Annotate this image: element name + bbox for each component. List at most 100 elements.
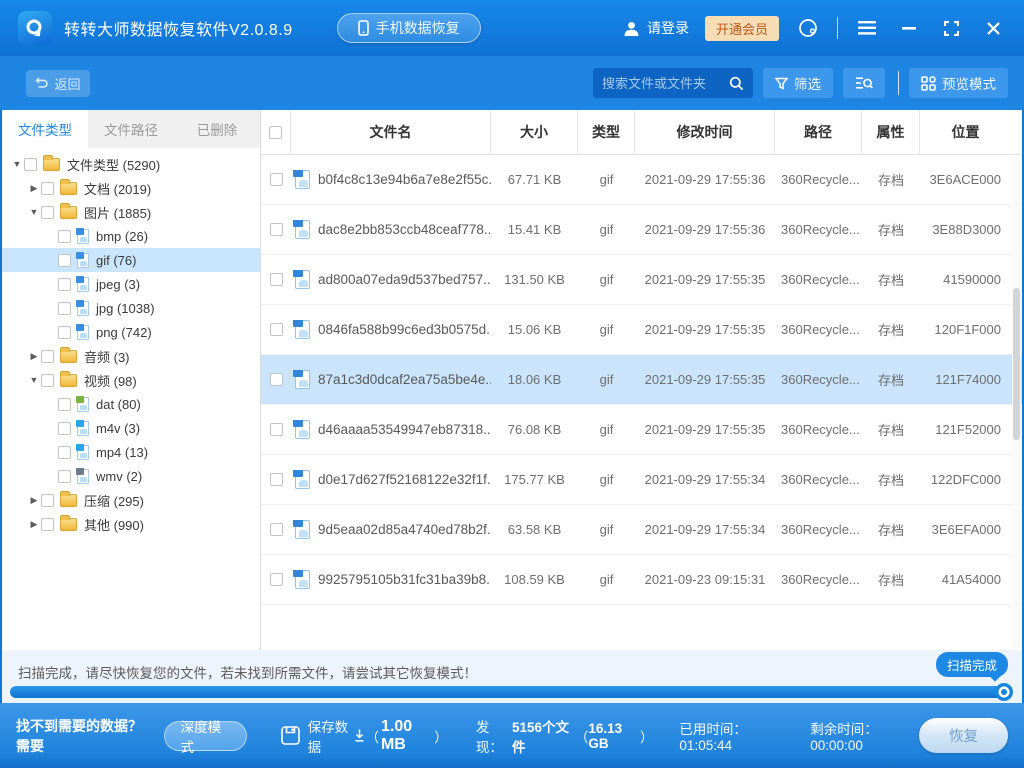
phone-recovery-button[interactable]: 手机数据恢复 <box>336 13 481 43</box>
tree-checkbox[interactable] <box>58 229 71 243</box>
tree-item-label: 图片 (1885) <box>84 205 152 221</box>
tree-checkbox[interactable] <box>41 181 54 195</box>
tree-checkbox[interactable] <box>58 469 71 483</box>
vertical-scrollbar[interactable] <box>1012 156 1021 649</box>
table-row[interactable]: 87a1c3d0dcaf2ea75a5be4e... 18.06 KB gif 202… <box>261 355 1022 405</box>
tree-checkbox[interactable] <box>58 397 71 411</box>
chevron-down-icon[interactable]: ▼ <box>10 159 24 169</box>
customer-service-icon[interactable] <box>795 15 821 41</box>
column-header-位置[interactable]: 位置 <box>920 110 1011 154</box>
back-button[interactable]: 返回 <box>26 69 90 97</box>
tree-item-文件类型[interactable]: ▼ 文件类型 (5290) <box>2 152 260 176</box>
tree-checkbox[interactable] <box>41 205 54 219</box>
phone-recovery-label: 手机数据恢复 <box>375 20 460 36</box>
row-checkbox[interactable] <box>269 223 283 236</box>
row-checkbox[interactable] <box>269 473 283 486</box>
table-row[interactable]: b0f4c8c13e94b6a7e8e2f55c... 67.71 KB gif 20… <box>261 155 1022 205</box>
row-checkbox-cell <box>261 323 291 336</box>
tree-item-压缩[interactable]: ▶ 压缩 (295) <box>2 488 260 512</box>
table-row[interactable]: ad800a07eda9d537bed757... 131.50 KB gif 202… <box>261 255 1022 305</box>
select-all-checkbox[interactable] <box>269 125 282 139</box>
table-row[interactable]: d0e17d627f52168122e32f1f... 175.77 KB gif 2… <box>261 455 1022 505</box>
tree-item-bmp[interactable]: bmp (26) <box>2 224 260 248</box>
row-checkbox[interactable] <box>269 273 283 286</box>
sidebar-tab-文件类型[interactable]: 文件类型 <box>2 110 88 148</box>
sidebar-tab-已删除[interactable]: 已删除 <box>174 110 260 148</box>
tree-item-wmv[interactable]: wmv (2) <box>2 464 260 488</box>
deep-mode-button[interactable]: 深度模式 <box>163 720 247 755</box>
table-row[interactable]: 9925795105b31fc31ba39b8... 108.59 KB gif 20… <box>261 555 1022 605</box>
tree-item-jpg[interactable]: jpg (1038) <box>2 296 260 320</box>
menu-button[interactable] <box>854 15 880 41</box>
cell-filename: 9d5eaa02d85a4740ed78b2f... <box>291 520 491 539</box>
search-icon[interactable] <box>729 76 744 91</box>
chevron-right-icon[interactable]: ▶ <box>27 183 41 194</box>
save-data-group[interactable]: 保存数据 （ 1.00 MB ） <box>280 716 448 756</box>
column-header-类型[interactable]: 类型 <box>578 110 635 154</box>
tree-item-jpeg[interactable]: jpeg (3) <box>2 272 260 296</box>
tree-checkbox[interactable] <box>24 157 37 171</box>
tree-checkbox[interactable] <box>58 325 71 339</box>
tree-item-png[interactable]: png (742) <box>2 320 260 344</box>
search-input[interactable] <box>602 75 723 91</box>
vip-button[interactable]: 开通会员 <box>704 15 779 41</box>
cell-attr: 存档 <box>877 173 904 188</box>
column-header-大小[interactable]: 大小 <box>491 110 578 154</box>
row-checkbox[interactable] <box>269 423 283 436</box>
filter-button[interactable]: 筛选 <box>763 68 833 98</box>
column-header-属性[interactable]: 属性 <box>862 110 920 154</box>
row-checkbox[interactable] <box>269 373 283 386</box>
cell-attr: 存档 <box>877 373 904 388</box>
chevron-down-icon[interactable]: ▼ <box>27 207 41 217</box>
tree-item-m4v[interactable]: m4v (3) <box>2 416 260 440</box>
tree-checkbox[interactable] <box>58 277 71 291</box>
table-row[interactable]: dac8e2bb853ccb48ceaf778... 15.41 KB gif 202… <box>261 205 1022 255</box>
tree-item-其他[interactable]: ▶ 其他 (990) <box>2 512 260 536</box>
row-checkbox[interactable] <box>269 323 283 336</box>
chevron-right-icon[interactable]: ▶ <box>27 519 41 530</box>
table-row[interactable]: 9d5eaa02d85a4740ed78b2f... 63.58 KB gif 202… <box>261 505 1022 555</box>
advanced-search-button[interactable] <box>843 68 885 98</box>
tree-checkbox[interactable] <box>41 493 54 507</box>
chevron-right-icon[interactable]: ▶ <box>27 351 41 362</box>
minimize-button[interactable] <box>896 15 922 41</box>
tree-checkbox[interactable] <box>41 349 54 363</box>
tree-item-dat[interactable]: dat (80) <box>2 392 260 416</box>
close-button[interactable] <box>980 15 1006 41</box>
tree-item-文档[interactable]: ▶ 文档 (2019) <box>2 176 260 200</box>
maximize-button[interactable] <box>938 15 964 41</box>
cell-time: 2021-09-29 17:55:34 <box>644 472 766 487</box>
tree-item-mp4[interactable]: mp4 (13) <box>2 440 260 464</box>
tree-item-gif[interactable]: gif (76) <box>2 248 260 272</box>
recover-button[interactable]: 恢复 <box>919 718 1008 753</box>
chevron-down-icon[interactable]: ▼ <box>27 375 41 385</box>
row-checkbox[interactable] <box>269 173 283 186</box>
chevron-right-icon[interactable]: ▶ <box>27 495 41 506</box>
scrollbar-thumb[interactable] <box>1013 288 1020 440</box>
tree-checkbox[interactable] <box>58 253 71 267</box>
column-header-路径[interactable]: 路径 <box>775 110 862 154</box>
tree-item-音频[interactable]: ▶ 音频 (3) <box>2 344 260 368</box>
column-header-修改时间[interactable]: 修改时间 <box>635 110 775 154</box>
column-header-文件名[interactable]: 文件名 <box>291 110 491 154</box>
tree-item-图片[interactable]: ▼ 图片 (1885) <box>2 200 260 224</box>
cell-type: gif <box>599 572 614 587</box>
login-label: 请登录 <box>646 20 689 36</box>
tree-checkbox[interactable] <box>58 445 71 459</box>
tree-checkbox[interactable] <box>58 301 71 315</box>
table-row[interactable]: d46aaaa53549947eb87318... 76.08 KB gif 2021… <box>261 405 1022 455</box>
tree-checkbox[interactable] <box>58 421 71 435</box>
cell-size: 131.50 KB <box>504 272 565 287</box>
row-checkbox[interactable] <box>269 573 283 586</box>
preview-mode-button[interactable]: 预览模式 <box>909 68 1008 98</box>
table-row[interactable]: 0846fa588b99c6ed3b0575d... 15.06 KB gif 202… <box>261 305 1022 355</box>
login-button[interactable]: 请登录 <box>623 18 689 38</box>
sidebar-tab-文件路径[interactable]: 文件路径 <box>88 110 174 148</box>
progress-knob[interactable] <box>995 683 1013 701</box>
row-checkbox[interactable] <box>269 523 283 536</box>
search-box <box>593 68 753 98</box>
tree-checkbox[interactable] <box>41 373 54 387</box>
tree-checkbox[interactable] <box>41 517 54 531</box>
tree-item-label: jpg (1038) <box>96 300 155 316</box>
tree-item-视频[interactable]: ▼ 视频 (98) <box>2 368 260 392</box>
